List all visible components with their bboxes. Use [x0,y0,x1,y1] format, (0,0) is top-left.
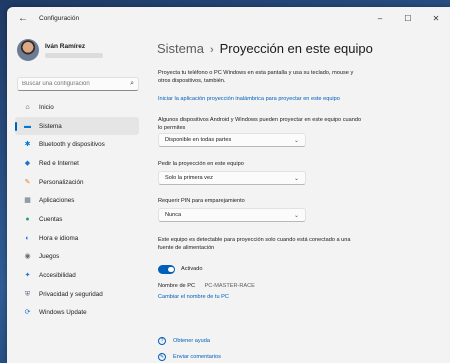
pin-dropdown[interactable]: Nunca ⌄ [158,208,306,222]
sidebar-item-label: Juegos [39,253,60,261]
pin-label: Requerir PIN para emparejamiento [158,198,245,204]
maximize-button[interactable]: ☐ [394,7,422,29]
availability-dropdown[interactable]: Disponible en todas partes ⌄ [158,133,306,147]
sidebar: Iván Ramírez ⌕ ⌂ Inicio ▬ Sistema ✱ Bluetooth… [7,29,145,363]
pc-name-row: Nombre de PC PC-MASTER-RACE [158,283,255,289]
sidebar-item-bluetooth-y-dispositivos[interactable]: ✱ Bluetooth y dispositivos [15,135,139,154]
ask-projection-label: Pedir la proyección en este equipo [158,161,244,167]
sidebar-item-accesibilidad[interactable]: ✦ Accesibilidad [15,266,139,285]
toggle-knob [168,266,174,272]
pc-name-value: PC-MASTER-RACE [204,283,255,289]
sidebar-item-label: Privacidad y seguridad [39,290,103,298]
sidebar-item-label: Aplicaciones [39,197,75,205]
user-profile[interactable]: Iván Ramírez [17,39,103,61]
search-input[interactable] [22,81,131,87]
availability-label: Algunos dispositivos Android y Windows p… [158,117,362,132]
sidebar-item-aplicaciones[interactable]: ▦ Aplicaciones [15,191,139,210]
get-help-label: Obtener ayuda [173,338,211,344]
ask-projection-dropdown[interactable]: Solo la primera vez ⌄ [158,171,306,185]
sidebar-item-label: Cuentas [39,215,63,223]
sidebar-item-label: Hora e idioma [39,234,79,242]
breadcrumb-parent[interactable]: Sistema [157,41,204,56]
accounts-icon: ● [25,215,30,223]
avatar [17,39,39,61]
availability-value: Disponible en todas partes [165,137,232,143]
feedback-icon: ✎ [158,353,166,361]
chevron-down-icon: ⌄ [293,175,299,182]
wireless-display-link[interactable]: Iniciar la aplicación proyección inalámb… [158,95,348,103]
gaming-icon: ◉ [24,253,31,261]
sidebar-item-label: Windows Update [39,309,87,317]
page-title: Proyección en este equipo [219,41,373,56]
send-feedback-link[interactable]: ✎ Enviar comentarios [158,353,221,361]
chevron-down-icon: ⌄ [293,137,299,144]
ask-projection-value: Solo la primera vez [165,175,213,181]
breadcrumb-separator: › [209,44,214,56]
sidebar-item-personalización[interactable]: ✎ Personalización [15,173,139,192]
power-toggle[interactable] [158,265,175,274]
get-help-link[interactable]: ? Obtener ayuda [158,337,210,345]
pc-name-label: Nombre de PC [158,283,195,289]
help-icon: ? [158,337,166,345]
sidebar-nav: ⌂ Inicio ▬ Sistema ✱ Bluetooth y dispositivos… [15,98,139,322]
network-icon: ◆ [24,159,31,167]
minimize-button[interactable]: – [366,7,394,29]
sidebar-item-label: Personalización [39,178,84,186]
sidebar-item-juegos[interactable]: ◉ Juegos [15,248,139,267]
title-bar: ← Configuración – ☐ ✕ [7,7,450,29]
apps-icon: ▦ [24,197,31,205]
profile-email-redacted [45,52,103,58]
sidebar-item-label: Accesibilidad [39,272,76,280]
main-content: Sistema › Proyección en este equipo Proyec… [145,29,450,363]
close-button[interactable]: ✕ [422,7,450,29]
sidebar-item-label: Inicio [39,103,54,111]
personalization-icon: ✎ [24,178,31,186]
sidebar-item-privacidad-y-seguridad[interactable]: ⛨ Privacidad y seguridad [15,285,139,304]
power-note: Este equipo es detectable para proyecció… [158,237,351,252]
profile-name: Iván Ramírez [45,42,86,50]
sidebar-item-cuentas[interactable]: ● Cuentas [15,210,139,229]
home-icon: ⌂ [25,103,30,111]
profile-text: Iván Ramírez [45,43,103,58]
rename-pc-link[interactable]: Cambiar el nombre de tu PC [158,294,229,300]
sidebar-item-sistema[interactable]: ▬ Sistema [15,116,139,136]
time-language-icon: ◐ [25,234,30,242]
windows-update-icon: ⟳ [24,309,31,317]
window-controls: – ☐ ✕ [366,7,450,29]
power-toggle-row: Activado [158,265,202,274]
accessibility-icon: ✦ [24,272,31,280]
search-icon[interactable]: ⌕ [130,80,134,88]
sidebar-item-label: Red e Internet [39,159,79,167]
pin-value: Nunca [165,212,182,218]
back-button[interactable]: ← [13,9,33,27]
breadcrumb: Sistema › Proyección en este equipo [157,41,373,56]
search-box[interactable]: ⌕ [17,77,139,91]
sidebar-item-red-e-internet[interactable]: ◆ Red e Internet [15,154,139,173]
toggle-label: Activado [181,266,203,273]
system-icon: ▬ [24,122,31,130]
sidebar-item-windows-update[interactable]: ⟳ Windows Update [15,304,139,323]
sidebar-item-label: Sistema [39,122,62,130]
chevron-down-icon: ⌄ [293,212,299,219]
sidebar-item-label: Bluetooth y dispositivos [39,141,105,149]
sidebar-item-inicio[interactable]: ⌂ Inicio [15,98,139,117]
send-feedback-label: Enviar comentarios [173,354,221,360]
sidebar-item-hora-e-idioma[interactable]: ◐ Hora e idioma [15,229,139,248]
bluetooth-icon: ✱ [24,141,31,149]
settings-window: ← Configuración – ☐ ✕ Iván Ramírez ⌕ ⌂ In… [7,7,450,363]
privacy-shield-icon: ⛨ [24,290,31,298]
intro-text: Proyecta tu teléfono o PC Windows en est… [158,70,354,85]
app-title: Configuración [39,14,80,22]
